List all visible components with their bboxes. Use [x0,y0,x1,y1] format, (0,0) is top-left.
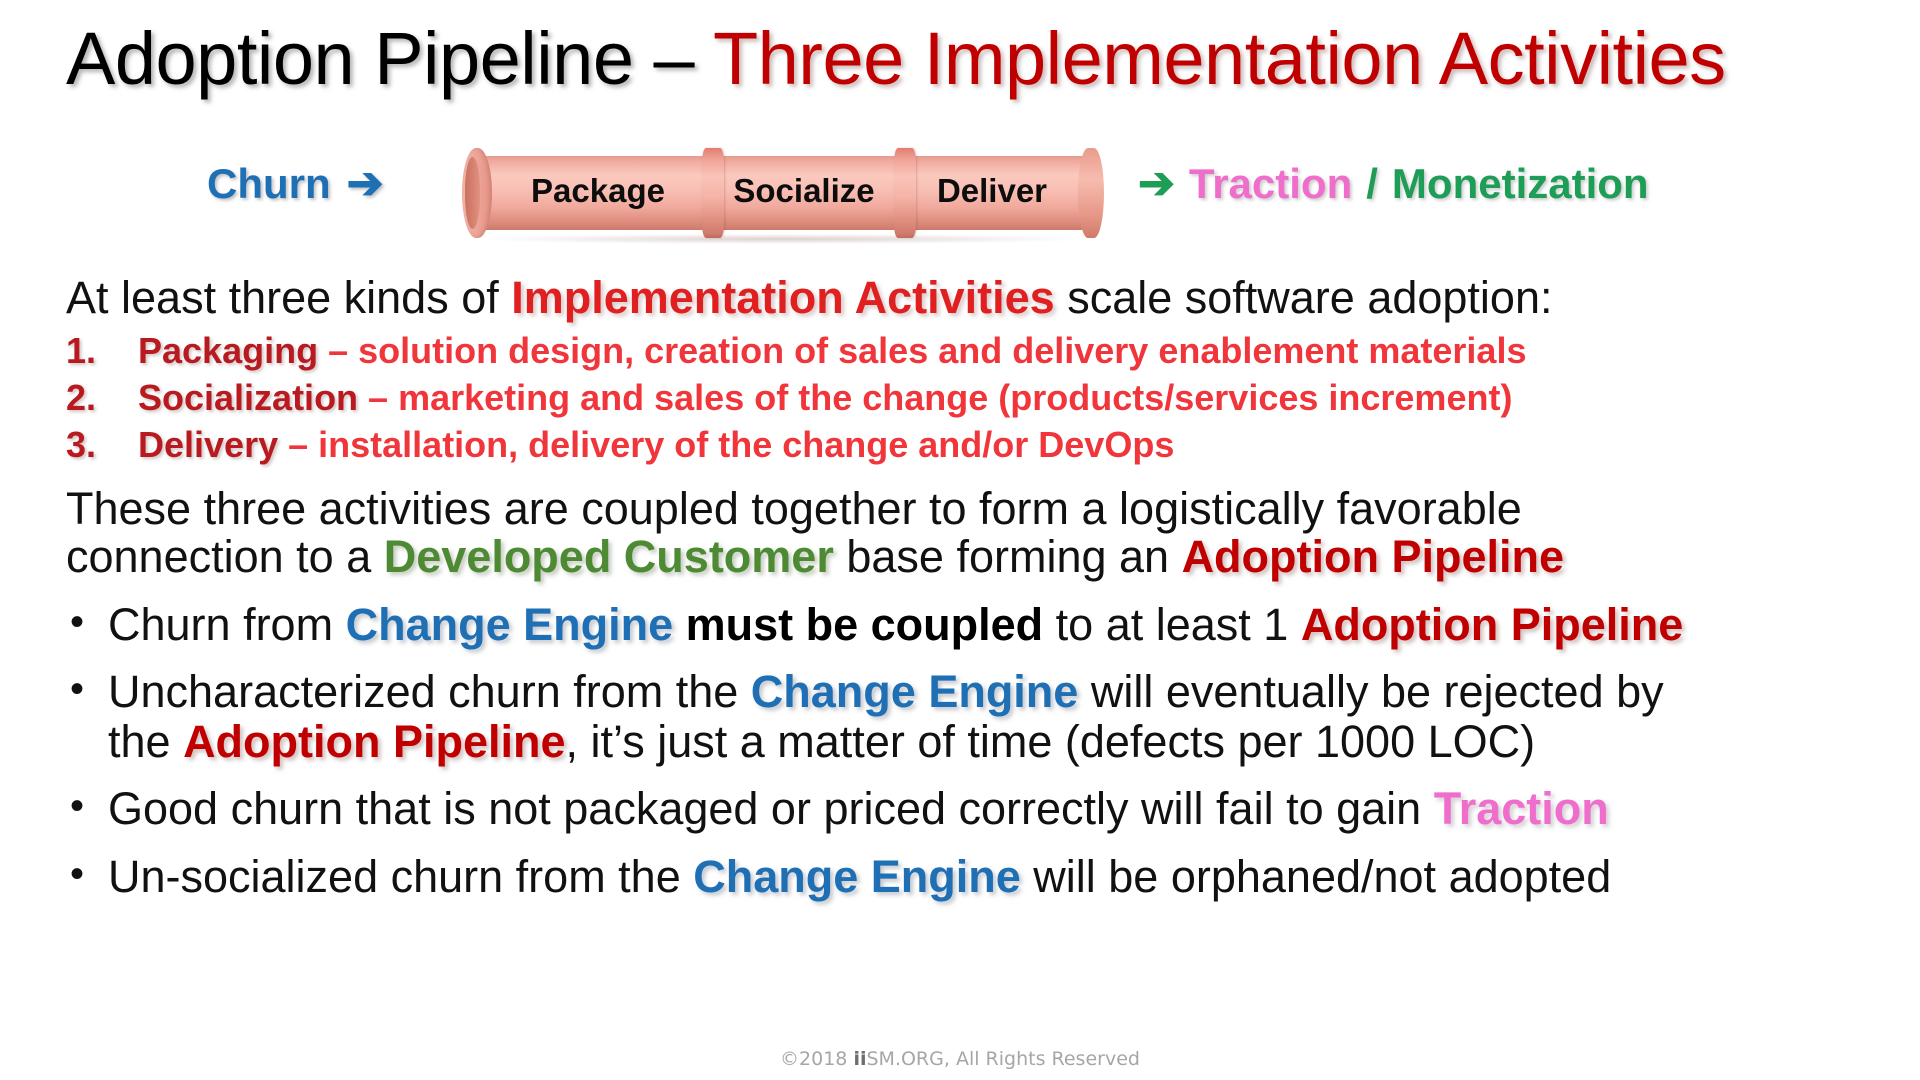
bullet-item-3: Good churn that is not packaged or price… [66,784,1876,834]
change-engine-emphasis: Change Engine [750,666,1079,718]
bullet-2-text-b: will eventually be rejected by [1078,666,1664,718]
intro-part-1: At least three kinds of [66,272,512,323]
pipe-bore-opening [465,157,480,229]
bullet-item-4: Un-socialized churn from the Change Engi… [66,852,1876,902]
bullet-1-space [673,599,686,650]
pipe-right-end [1078,148,1104,238]
change-engine-emphasis: Change Engine [345,598,674,650]
bullet-1-text-a: Churn from [108,598,346,650]
bullet-item-2: Uncharacterized churn from the Change En… [66,667,1876,766]
page-title-red-part: Three Implementation Activities [712,17,1726,100]
footer-copyright-year: ©2018 [780,1048,854,1070]
footer-brand-rest: SM.ORG, [866,1048,950,1070]
paragraph-block: These three activities are coupled toget… [66,482,1876,583]
pipe-segment-label-package: Package [531,172,665,209]
numbered-item-1: 1. Packaging – solution design, creation… [66,328,1876,375]
pipe-segment-label-deliver: Deliver [936,172,1048,209]
bullet-4-text-b: will be orphaned/not adopted [1020,850,1612,902]
bullet-item-3-line-1: Good churn that is not packaged or price… [108,784,1876,834]
traction-emphasis: Traction [1433,783,1609,835]
bullet-4-text-a: Un-socialized churn from the [108,850,694,902]
numbered-item-2-text: Socialization – marketing and sales of t… [138,375,1512,422]
intro-emphasis: Implementation Activities [511,272,1055,323]
must-be-coupled-emphasis: must be coupled [685,598,1044,650]
footer-copyright: ©2018 iiSM.ORG, All Rights Reserved [0,1048,1920,1070]
numbered-item-1-text: Packaging – solution design, creation of… [138,328,1526,375]
right-arrow-icon-green: ➔ [1138,159,1175,208]
bullet-2-text-a: Uncharacterized churn from the [108,666,751,718]
numbered-item-2-dash: – [358,376,399,418]
numbered-item-3-marker: 3. [66,423,97,465]
adoption-pipeline-emphasis: Adoption Pipeline [183,715,566,767]
numbered-item-2: 2. Socialization – marketing and sales o… [66,375,1876,422]
pipe-left-cap [462,148,492,238]
adoption-pipeline-emphasis: Adoption Pipeline [1181,531,1565,583]
paragraph-line-2: connection to a Developed Customer base … [66,531,1876,583]
developed-customer-emphasis: Developed Customer [383,531,834,583]
pipe-segment-label-socialize: Socialize [733,172,875,209]
pipe-drop-shadow [482,234,1082,244]
change-engine-emphasis: Change Engine [693,850,1021,902]
paragraph-line-1: These three activities are coupled toget… [66,482,1522,534]
bullet-item-1: Churn from Change Engine must be coupled… [66,600,1876,650]
paragraph-line-2-part-2: base forming an [833,531,1182,583]
bullet-item-1-line-1: Churn from Change Engine must be coupled… [108,600,1876,650]
page-title-black-part: Adoption Pipeline – [66,17,713,100]
footer-rights: All Rights Reserved [949,1048,1140,1070]
adoption-pipeline-emphasis: Adoption Pipeline [1300,598,1684,650]
paragraph-line-2-part-1: connection to a [66,531,384,583]
page-title: Adoption Pipeline – Three Implementation… [66,22,1866,96]
numbered-item-3-text: Delivery – installation, delivery of the… [138,422,1174,469]
traction-label: Traction [1188,160,1353,207]
numbered-item-2-description: marketing and sales of the change (produ… [398,376,1513,418]
numbered-item-3: 3. Delivery – installation, delivery of … [66,422,1876,469]
body-content: At least three kinds of Implementation A… [66,272,1876,901]
bullet-item-2-line-2: the Adoption Pipeline, it’s just a matte… [108,717,1876,767]
right-arrow-icon-blue: ➔ [346,159,384,208]
bullet-2-line2-text-a: the [108,715,184,767]
bullet-1-text-c: to at least 1 [1043,598,1301,650]
pipe-graphic: Package Socialize Deliver [462,148,1112,246]
bullet-item-4-line-1: Un-socialized churn from the Change Engi… [108,852,1876,902]
numbered-item-1-description: solution design, creation of sales and d… [358,330,1527,372]
monetization-label: Monetization [1391,160,1649,207]
churn-label: Churn [207,160,331,207]
numbered-item-1-dash: – [318,330,359,372]
intro-part-2: scale software adoption: [1054,272,1553,323]
numbered-item-1-marker: 1. [66,330,97,372]
numbered-item-1-term: Packaging [138,330,319,372]
numbered-item-2-marker: 2. [66,376,97,418]
numbered-item-3-description: installation, delivery of the change and… [318,423,1175,465]
pipeline-diagram: Churn ➔ Package Socialize Deliver ➔ Trac… [0,140,1920,250]
bullet-2-line2-text-b: , it’s just a matter of time (defects pe… [565,715,1536,767]
footer-brand-prefix: ii [853,1048,867,1070]
slide-canvas: Adoption Pipeline – Three Implementation… [0,0,1920,1080]
bullet-item-2-line-1: Uncharacterized churn from the Change En… [108,667,1876,717]
numbered-item-2-term: Socialization [138,376,359,418]
label-separator: / [1366,160,1378,207]
churn-label-group: Churn ➔ [207,160,384,208]
numbered-item-3-dash: – [278,423,319,465]
bullet-3-text-a: Good churn that is not packaged or price… [108,783,1434,835]
intro-line: At least three kinds of Implementation A… [66,272,1876,324]
traction-monetization-group: ➔ Traction / Monetization [1138,160,1649,208]
numbered-item-3-term: Delivery [138,423,279,465]
